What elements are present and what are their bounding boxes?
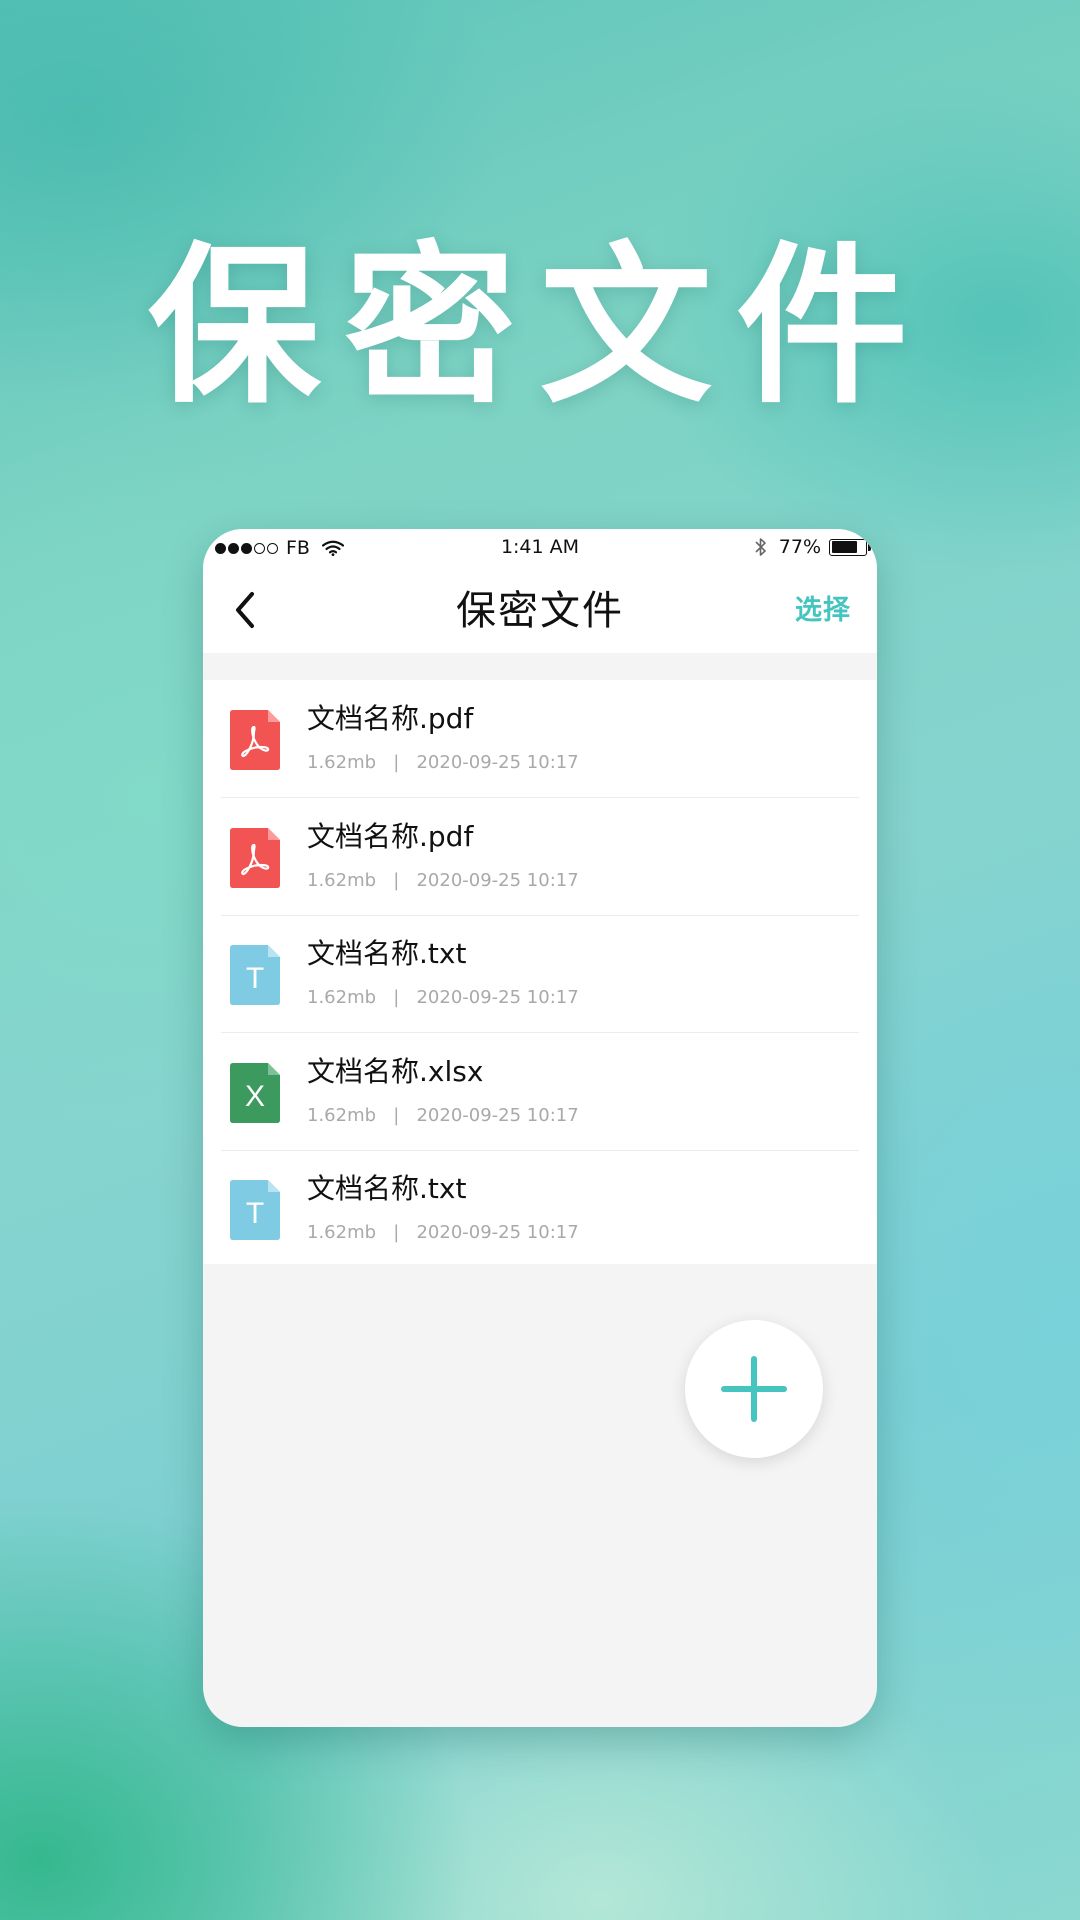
- promo-background: 保密文件 FB 1:41 AM 77% 保密文件 选择 文档名称.pdf 1.6…: [0, 0, 1080, 1920]
- file-size: 1.62mb: [307, 1222, 377, 1244]
- status-right: 77%: [755, 536, 871, 558]
- file-list-item[interactable]: 文档名称.pdf 1.62mb | 2020-09-25 10:17: [203, 680, 877, 798]
- file-name: 文档名称.xlsx: [307, 1054, 484, 1088]
- battery-percent: 77%: [778, 536, 821, 558]
- navigation-bar: 保密文件 选择: [203, 567, 877, 653]
- pdf-file-icon: [230, 710, 280, 770]
- hero-title: 保密文件: [148, 226, 932, 427]
- battery-icon: [829, 538, 871, 556]
- file-date: 2020-09-25 10:17: [416, 869, 579, 891]
- plus-icon: [721, 1356, 787, 1422]
- file-date: 2020-09-25 10:17: [416, 1104, 579, 1126]
- svg-text:X: X: [245, 1080, 265, 1113]
- file-meta: 1.62mb | 2020-09-25 10:17: [307, 1222, 579, 1244]
- page-title: 保密文件: [456, 588, 624, 634]
- pdf-file-icon: [230, 827, 280, 888]
- excel-file-icon: X: [230, 1062, 280, 1123]
- file-meta: 1.62mb | 2020-09-25 10:17: [307, 870, 579, 892]
- file-list-item[interactable]: T 文档名称.txt 1.62mb | 2020-09-25 10:17: [203, 1150, 877, 1268]
- file-name: 文档名称.txt: [307, 1172, 467, 1206]
- file-size: 1.62mb: [307, 1104, 377, 1126]
- txt-file-icon: T: [230, 1180, 280, 1241]
- file-date: 2020-09-25 10:17: [416, 987, 579, 1009]
- battery-fill: [831, 541, 857, 553]
- file-meta: 1.62mb | 2020-09-25 10:17: [307, 752, 579, 774]
- file-date: 2020-09-25 10:17: [416, 1222, 579, 1244]
- file-list-item[interactable]: 文档名称.pdf 1.62mb | 2020-09-25 10:17: [203, 798, 877, 916]
- file-name: 文档名称.txt: [307, 937, 467, 971]
- file-list-item[interactable]: T 文档名称.txt 1.62mb | 2020-09-25 10:17: [203, 915, 877, 1034]
- svg-text:T: T: [246, 962, 264, 995]
- add-file-button[interactable]: [685, 1320, 823, 1458]
- file-size: 1.62mb: [307, 752, 377, 773]
- file-name: 文档名称.pdf: [307, 819, 474, 853]
- select-button[interactable]: 选择: [795, 593, 851, 629]
- file-list: 文档名称.pdf 1.62mb | 2020-09-25 10:17 文档名称.pd…: [203, 680, 877, 1264]
- file-meta: 1.62mb | 2020-09-25 10:17: [307, 987, 579, 1009]
- status-bar: FB 1:41 AM 77%: [203, 529, 877, 567]
- file-size: 1.62mb: [307, 987, 377, 1009]
- file-name: 文档名称.pdf: [307, 702, 474, 735]
- bluetooth-icon: [755, 538, 766, 556]
- battery-nub: [868, 543, 871, 551]
- file-size: 1.62mb: [307, 869, 377, 891]
- txt-file-icon: T: [230, 945, 280, 1006]
- phone-frame: FB 1:41 AM 77% 保密文件 选择 文档名称.pdf 1.62mb |…: [203, 529, 877, 1727]
- file-list-item[interactable]: X 文档名称.xlsx 1.62mb | 2020-09-25 10:17: [203, 1033, 877, 1151]
- file-date: 2020-09-25 10:17: [416, 752, 579, 773]
- file-meta: 1.62mb | 2020-09-25 10:17: [307, 1105, 579, 1127]
- svg-text:T: T: [246, 1197, 264, 1230]
